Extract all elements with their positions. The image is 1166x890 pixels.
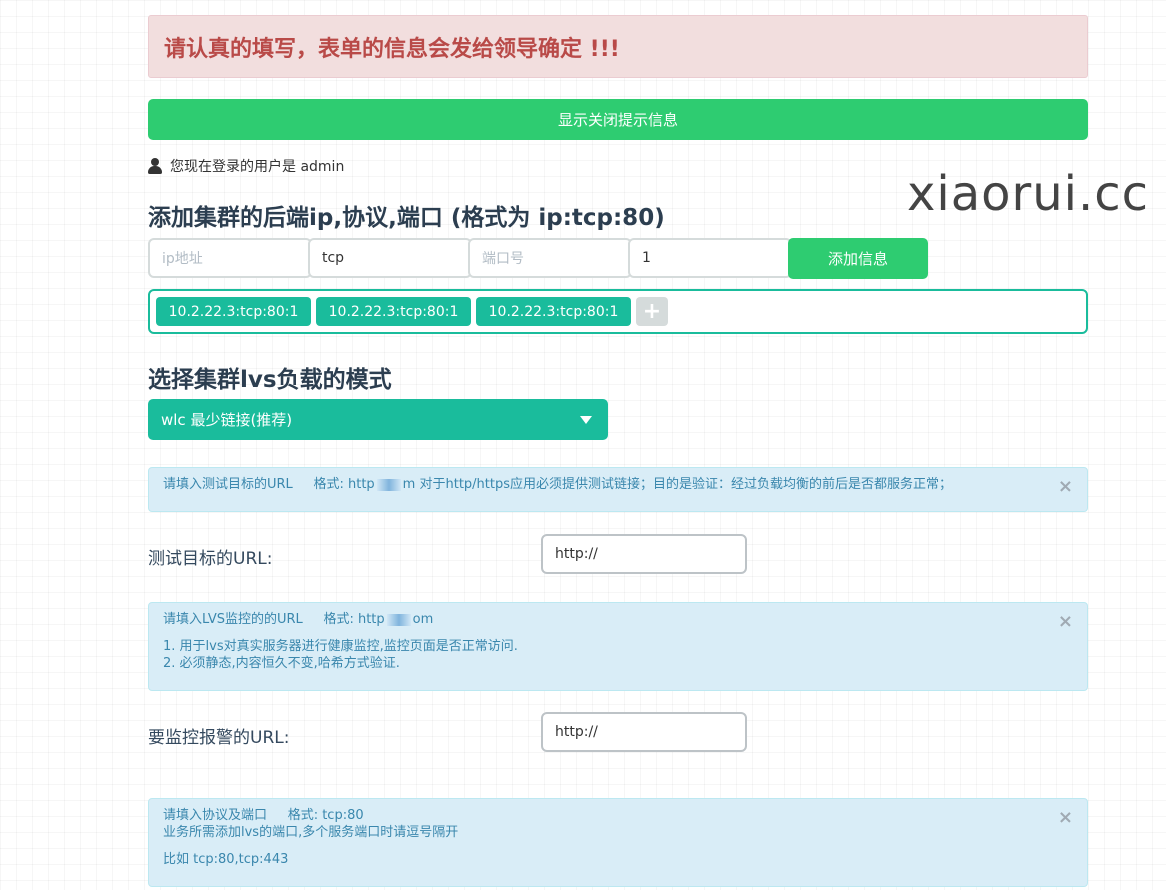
- monitor-url-input[interactable]: http://: [541, 712, 747, 752]
- logged-in-user: 您现在登录的用户是 admin: [148, 155, 344, 177]
- close-icon[interactable]: ×: [1058, 807, 1073, 828]
- toggle-tips-label: 显示关闭提示信息: [557, 111, 678, 129]
- toggle-tips-button[interactable]: 显示关闭提示信息: [148, 99, 1088, 140]
- add-info-label: 添加信息: [827, 250, 888, 268]
- monitor-url-info-format: 格式: http: [323, 612, 385, 627]
- monitor-url-info-prefix: 请填入LVS监控的的URL: [163, 612, 303, 627]
- monitor-url-info-alert: 请填入LVS监控的的URL 格式: http om 1. 用于lvs对真实服务器进…: [148, 602, 1088, 691]
- warning-text: 请认真的填写，表单的信息会发给领导确定 !!!: [164, 36, 620, 62]
- redacted-blur: [376, 478, 401, 491]
- backend-tag[interactable]: 10.2.22.3:tcp:80:1: [156, 297, 311, 326]
- test-url-info-format: 格式: http: [313, 477, 375, 492]
- test-url-info-format-suffix: m: [402, 477, 416, 492]
- weight-input[interactable]: 1: [628, 238, 792, 278]
- lb-mode-select[interactable]: wlc 最少链接(推荐): [148, 399, 608, 440]
- close-icon[interactable]: ×: [1058, 611, 1073, 632]
- monitor-url-info-line1: 1. 用于lvs对真实服务器进行健康监控,监控页面是否正常访问.: [163, 639, 518, 654]
- ip-input[interactable]: ip地址: [148, 238, 312, 278]
- add-info-button[interactable]: 添加信息: [788, 238, 928, 279]
- close-icon[interactable]: ×: [1058, 476, 1073, 497]
- backend-tag[interactable]: 10.2.22.3:tcp:80:1: [316, 297, 471, 326]
- user-icon: [148, 158, 162, 174]
- ports-info-line3: 比如 tcp:80,tcp:443: [163, 852, 289, 867]
- redacted-blur: [386, 613, 411, 626]
- warning-banner: 请认真的填写，表单的信息会发给领导确定 !!!: [148, 15, 1088, 78]
- chevron-down-icon: [580, 416, 592, 424]
- backend-section-heading: 添加集群的后端ip,协议,端口 (格式为 ip:tcp:80): [148, 205, 665, 231]
- test-url-info-desc: 对于http/https应用必须提供测试链接；目的是验证：经过负载均衡的前后是否…: [419, 477, 953, 492]
- test-url-label: 测试目标的URL:: [148, 549, 273, 569]
- monitor-url-info-format-suffix: om: [412, 612, 434, 627]
- lb-mode-selected: wlc 最少链接(推荐): [161, 411, 293, 429]
- test-url-input[interactable]: http://: [541, 534, 747, 574]
- logged-in-user-text: 您现在登录的用户是 admin: [170, 159, 345, 175]
- monitor-url-info-line2: 2. 必须静态,内容恒久不变,哈希方式验证.: [163, 656, 400, 671]
- protocol-input[interactable]: tcp: [308, 238, 472, 278]
- add-tag-button[interactable]: +: [636, 297, 668, 326]
- ports-info-alert: 请填入协议及端口 格式: tcp:80 业务所需添加lvs的端口,多个服务端口时…: [148, 798, 1088, 887]
- ports-info-prefix: 请填入协议及端口: [163, 808, 268, 823]
- backend-tag[interactable]: 10.2.22.3:tcp:80:1: [476, 297, 631, 326]
- test-url-info-alert: 请填入测试目标的URL 格式: http m 对于http/https应用必须提供…: [148, 467, 1088, 512]
- mode-section-heading: 选择集群lvs负载的模式: [148, 367, 392, 393]
- ports-info-format: 格式: tcp:80: [287, 808, 364, 823]
- port-input[interactable]: 端口号: [468, 238, 632, 278]
- test-url-info-prefix: 请填入测试目标的URL: [163, 477, 293, 492]
- watermark: xiaorui.cc: [907, 166, 1150, 222]
- monitor-url-label: 要监控报警的URL:: [148, 728, 290, 748]
- ports-info-line2: 业务所需添加lvs的端口,多个服务端口时请逗号隔开: [163, 825, 459, 840]
